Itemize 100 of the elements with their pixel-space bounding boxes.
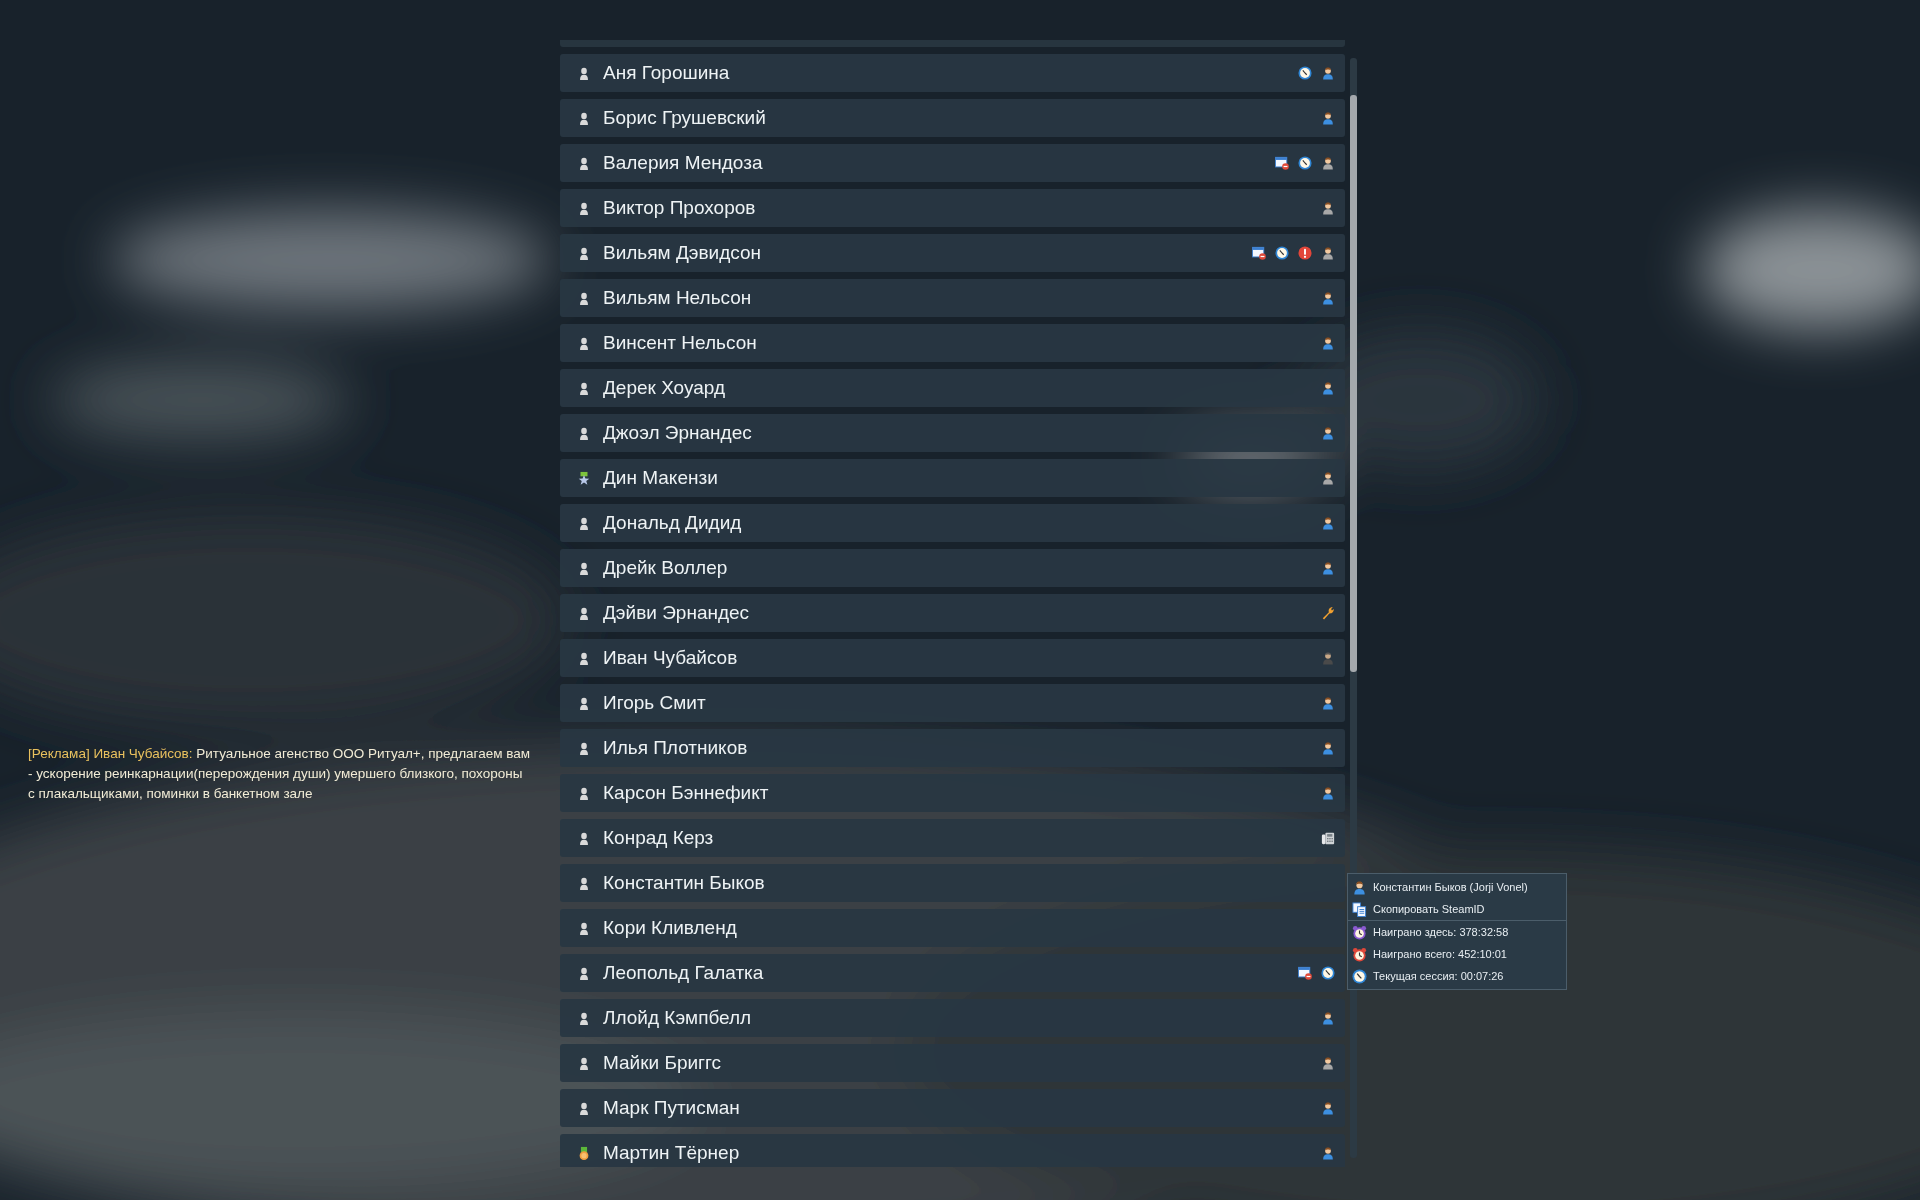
player-row[interactable]: Леопольд Галатка (560, 954, 1345, 992)
player-row[interactable]: Винсент Нельсон (560, 324, 1345, 362)
player-row[interactable]: Дерек Хоуард (560, 369, 1345, 407)
player-name: Дерек Хоуард (603, 377, 726, 399)
person-icon (1321, 1011, 1335, 1025)
person-icon (1321, 741, 1335, 755)
window-minus-icon (1298, 966, 1312, 980)
player-name: Илья Плотников (603, 737, 748, 759)
person-icon (1321, 561, 1335, 575)
player-name: Валерия Мендоза (603, 152, 763, 174)
player-row[interactable]: Константин Быков (560, 864, 1345, 902)
person-icon (1321, 111, 1335, 125)
person-icon (577, 200, 591, 216)
person-icon (577, 380, 591, 396)
player-row[interactable]: Борис Грушевский (560, 99, 1345, 137)
player-name: Дональд Дидид (603, 512, 742, 534)
person-icon (577, 155, 591, 171)
person-icon (1321, 696, 1335, 710)
star-icon (577, 470, 591, 486)
scrollbar-thumb[interactable] (1350, 95, 1357, 672)
person-icon (577, 335, 591, 351)
person-icon (577, 110, 591, 126)
person-icon (1321, 291, 1335, 305)
chat-message: [Реклама] Иван Чубайсов: Ритуальное агенство ООО Ритуал+, предлагаем вам - ускорение реинкарнации(перерождения души) умершего близкого, похороны с плакальщиками, поминки в банкетном зале (28, 745, 531, 803)
player-name: Мартин Тёрнер (603, 1142, 740, 1164)
player-row[interactable]: Дональд Дидид (560, 504, 1345, 542)
player-row[interactable]: Конрад Керз (560, 819, 1345, 857)
player-row[interactable]: Игорь Смит (560, 684, 1345, 722)
person-icon (577, 425, 591, 441)
player-row[interactable]: Дин Макензи (560, 459, 1345, 497)
clock-icon (1352, 968, 1367, 984)
player-name: Виктор Прохоров (603, 197, 756, 219)
player-name: Дэйви Эрнандес (603, 602, 750, 624)
player-row[interactable]: Валерия Мендоза (560, 144, 1345, 182)
wrench-icon (1321, 606, 1335, 620)
player-row[interactable]: Джоэл Эрнандес (560, 414, 1345, 452)
person-icon (1321, 381, 1335, 395)
person-icon (577, 1055, 591, 1071)
person-icon (1321, 786, 1335, 800)
person-icon (1321, 201, 1335, 215)
person-icon (1321, 1101, 1335, 1115)
person-icon (1321, 1146, 1335, 1160)
player-name: Карсон Бэннефикт (603, 782, 769, 804)
person-icon (577, 515, 591, 531)
menu-item[interactable]: Наиграно здесь: 378:32:58 (1348, 921, 1566, 943)
player-row[interactable]: Карсон Бэннефикт (560, 774, 1345, 812)
player-name: Майки Бриггс (603, 1052, 722, 1074)
person-icon (577, 695, 591, 711)
person-icon (1352, 879, 1367, 895)
player-row[interactable]: Илья Плотников (560, 729, 1345, 767)
player-name: Ллойд Кэмпбелл (603, 1007, 752, 1029)
person-icon (577, 785, 591, 801)
player-name: Джоэл Эрнандес (603, 422, 752, 444)
player-row[interactable]: Вильям Дэвидсон (560, 234, 1345, 272)
exclamation-icon (1298, 246, 1312, 260)
person-icon (577, 560, 591, 576)
player-name: Дин Макензи (603, 467, 718, 489)
menu-item[interactable]: Константин Быков (Jorji Vonel) (1348, 876, 1566, 898)
menu-item[interactable]: Текущая сессия: 00:07:26 (1348, 965, 1566, 987)
player-row[interactable]: Кори Кливленд (560, 909, 1345, 947)
person-icon (1321, 66, 1335, 80)
person-icon (577, 605, 591, 621)
player-row[interactable]: Аня Горошина (560, 54, 1345, 92)
person-icon (577, 875, 591, 891)
player-row[interactable]: Дрейк Воллер (560, 549, 1345, 587)
phone-icon (1321, 831, 1335, 845)
player-row[interactable]: Виктор Прохоров (560, 189, 1345, 227)
player-name: Борис Грушевский (603, 107, 766, 129)
clock-icon (1321, 966, 1335, 980)
clock-icon (1298, 66, 1312, 80)
person-icon (577, 65, 591, 81)
clock-icon (1298, 156, 1312, 170)
player-name: Дрейк Воллер (603, 557, 728, 579)
player-name: Константин Быков (603, 872, 765, 894)
person-icon (1321, 246, 1335, 260)
player-row[interactable]: Мартин Тёрнер (560, 1134, 1345, 1167)
player-name: Леопольд Галатка (603, 962, 764, 984)
medal-icon (577, 1145, 591, 1161)
alarm-clock-icon (1352, 946, 1367, 962)
player-row[interactable]: Вильям Нельсон (560, 279, 1345, 317)
player-row[interactable]: Иван Чубайсов (560, 639, 1345, 677)
person-icon (1321, 516, 1335, 530)
documents-icon (1352, 901, 1367, 917)
player-row[interactable]: Майки Бриггс (560, 1044, 1345, 1082)
clock-icon (1275, 246, 1289, 260)
person-icon (577, 965, 591, 981)
player-row[interactable]: Марк Путисман (560, 1089, 1345, 1127)
person-icon (1321, 651, 1335, 665)
person-icon (577, 1100, 591, 1116)
player-name: Аня Горошина (603, 62, 730, 84)
person-icon (1321, 471, 1335, 485)
menu-item[interactable]: Наиграно всего: 452:10:01 (1348, 943, 1566, 965)
player-row[interactable]: Дэйви Эрнандес (560, 594, 1345, 632)
player-name: Вильям Нельсон (603, 287, 752, 309)
person-icon (577, 290, 591, 306)
person-icon (577, 830, 591, 846)
player-row[interactable]: Ллойд Кэмпбелл (560, 999, 1345, 1037)
person-icon (1321, 336, 1335, 350)
player-name: Иван Чубайсов (603, 647, 738, 669)
menu-item[interactable]: Скопировать SteamID (1348, 898, 1566, 920)
